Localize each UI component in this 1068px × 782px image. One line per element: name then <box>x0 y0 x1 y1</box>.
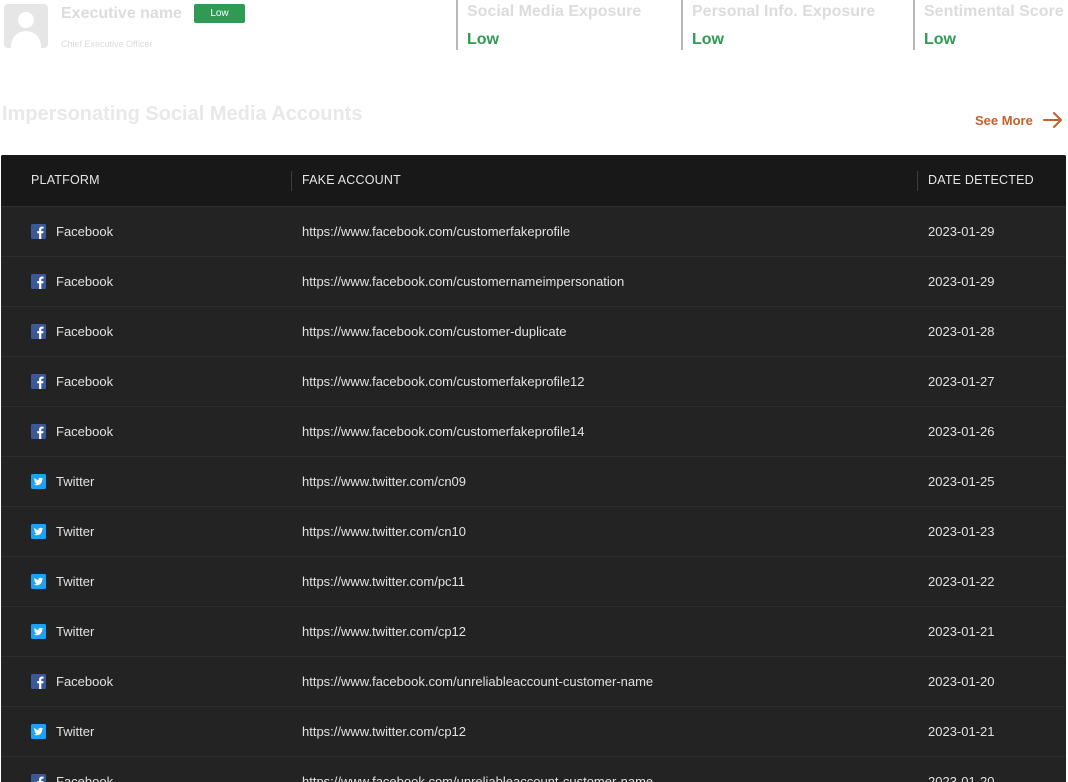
column-divider <box>291 171 292 191</box>
avatar-head-shape <box>18 12 34 28</box>
see-more-link[interactable]: See More <box>975 110 1063 130</box>
table-body: Facebook https://www.facebook.com/custom… <box>1 207 1066 782</box>
platform-name: Twitter <box>56 724 95 739</box>
platform-name: Twitter <box>56 524 95 539</box>
executive-name: Executive name <box>61 5 182 22</box>
arrow-right-icon <box>1042 112 1062 128</box>
section-title: Impersonating Social Media Accounts <box>2 103 363 125</box>
platform-name: Facebook <box>56 224 114 239</box>
table-row[interactable]: Twitter https://www.twitter.com/cp12 202… <box>1 607 1066 657</box>
table-row[interactable]: Facebook https://www.facebook.com/custom… <box>1 407 1066 457</box>
platform-name: Facebook <box>56 374 114 389</box>
table-row[interactable]: Facebook https://www.facebook.com/unreli… <box>1 657 1066 707</box>
twitter-icon <box>31 574 46 589</box>
metric-label: Social Media Exposure <box>467 3 642 20</box>
platform-name: Twitter <box>56 474 95 489</box>
table-row[interactable]: Facebook https://www.facebook.com/custom… <box>1 257 1066 307</box>
table-header: PLATFORM FAKE ACCOUNT DATE DETECTED <box>1 155 1066 207</box>
facebook-icon <box>31 324 46 339</box>
fake-account-link[interactable]: https://www.facebook.com/customernameimp… <box>302 257 624 306</box>
fake-account-link[interactable]: https://www.facebook.com/customerfakepro… <box>302 207 570 256</box>
date-detected: 2023-01-28 <box>928 324 995 339</box>
fake-account-link[interactable]: https://www.twitter.com/cp12 <box>302 607 466 656</box>
platform-name: Facebook <box>56 274 114 289</box>
table-row[interactable]: Twitter https://www.twitter.com/cn09 202… <box>1 457 1066 507</box>
date-detected: 2023-01-21 <box>928 724 995 739</box>
table-row[interactable]: Twitter https://www.twitter.com/pc11 202… <box>1 557 1066 607</box>
date-detected: 2023-01-21 <box>928 624 995 639</box>
table-row[interactable]: Twitter https://www.twitter.com/cn10 202… <box>1 507 1066 557</box>
fake-account-link[interactable]: https://www.facebook.com/customer-duplic… <box>302 307 566 356</box>
column-header-date-detected[interactable]: DATE DETECTED <box>928 155 1034 206</box>
date-detected: 2023-01-26 <box>928 424 995 439</box>
date-detected: 2023-01-22 <box>928 574 995 589</box>
table-row[interactable]: Facebook https://www.facebook.com/unreli… <box>1 757 1066 782</box>
fake-account-link[interactable]: https://www.facebook.com/customerfakepro… <box>302 357 585 406</box>
platform-name: Facebook <box>56 674 114 689</box>
twitter-icon <box>31 724 46 739</box>
avatar-shoulders-shape <box>11 31 41 48</box>
fake-account-link[interactable]: https://www.twitter.com/cp12 <box>302 707 466 756</box>
fake-account-link[interactable]: https://www.twitter.com/cn09 <box>302 457 466 506</box>
platform-name: Twitter <box>56 624 95 639</box>
metric-value: Low <box>924 31 956 48</box>
platform-name: Twitter <box>56 574 95 589</box>
avatar <box>4 4 48 48</box>
page: Executive name Low Chief Executive Offic… <box>0 0 1068 782</box>
see-more-label: See More <box>975 112 1033 128</box>
facebook-icon <box>31 774 46 782</box>
column-header-platform[interactable]: PLATFORM <box>31 155 100 206</box>
platform-name: Facebook <box>56 424 114 439</box>
twitter-icon <box>31 474 46 489</box>
executive-header: Executive name Low Chief Executive Offic… <box>0 0 1068 60</box>
table-row[interactable]: Facebook https://www.facebook.com/custom… <box>1 357 1066 407</box>
executive-title: Chief Executive Officer <box>61 39 153 49</box>
twitter-icon <box>31 624 46 639</box>
fake-account-link[interactable]: https://www.facebook.com/unreliableaccou… <box>302 657 653 706</box>
fake-account-link[interactable]: https://www.facebook.com/unreliableaccou… <box>302 757 653 782</box>
column-header-fake-account[interactable]: FAKE ACCOUNT <box>302 155 401 206</box>
table-row[interactable]: Facebook https://www.facebook.com/custom… <box>1 207 1066 257</box>
metric-value: Low <box>692 31 724 48</box>
date-detected: 2023-01-29 <box>928 224 995 239</box>
fake-account-link[interactable]: https://www.twitter.com/cn10 <box>302 507 466 556</box>
date-detected: 2023-01-20 <box>928 774 995 782</box>
facebook-icon <box>31 374 46 389</box>
date-detected: 2023-01-25 <box>928 474 995 489</box>
facebook-icon <box>31 674 46 689</box>
metric-label: Personal Info. Exposure <box>692 3 876 20</box>
metric-sentimental-score: Sentimental Score Low <box>913 0 1064 50</box>
date-detected: 2023-01-23 <box>928 524 995 539</box>
fake-account-link[interactable]: https://www.facebook.com/customerfakepro… <box>302 407 585 456</box>
facebook-icon <box>31 274 46 289</box>
metric-label: Sentimental Score <box>924 3 1064 20</box>
risk-badge: Low <box>194 4 245 23</box>
facebook-icon <box>31 224 46 239</box>
date-detected: 2023-01-20 <box>928 674 995 689</box>
table-row[interactable]: Twitter https://www.twitter.com/cp12 202… <box>1 707 1066 757</box>
metric-personal-info-exposure: Personal Info. Exposure Low <box>681 0 875 50</box>
date-detected: 2023-01-29 <box>928 274 995 289</box>
fake-account-link[interactable]: https://www.twitter.com/pc11 <box>302 557 465 606</box>
metric-social-media-exposure: Social Media Exposure Low <box>456 0 641 50</box>
platform-name: Facebook <box>56 774 114 782</box>
platform-name: Facebook <box>56 324 114 339</box>
column-divider <box>917 171 918 191</box>
twitter-icon <box>31 524 46 539</box>
impersonation-table: PLATFORM FAKE ACCOUNT DATE DETECTED Face… <box>1 155 1066 782</box>
facebook-icon <box>31 424 46 439</box>
table-row[interactable]: Facebook https://www.facebook.com/custom… <box>1 307 1066 357</box>
metric-value: Low <box>467 31 499 48</box>
date-detected: 2023-01-27 <box>928 374 995 389</box>
